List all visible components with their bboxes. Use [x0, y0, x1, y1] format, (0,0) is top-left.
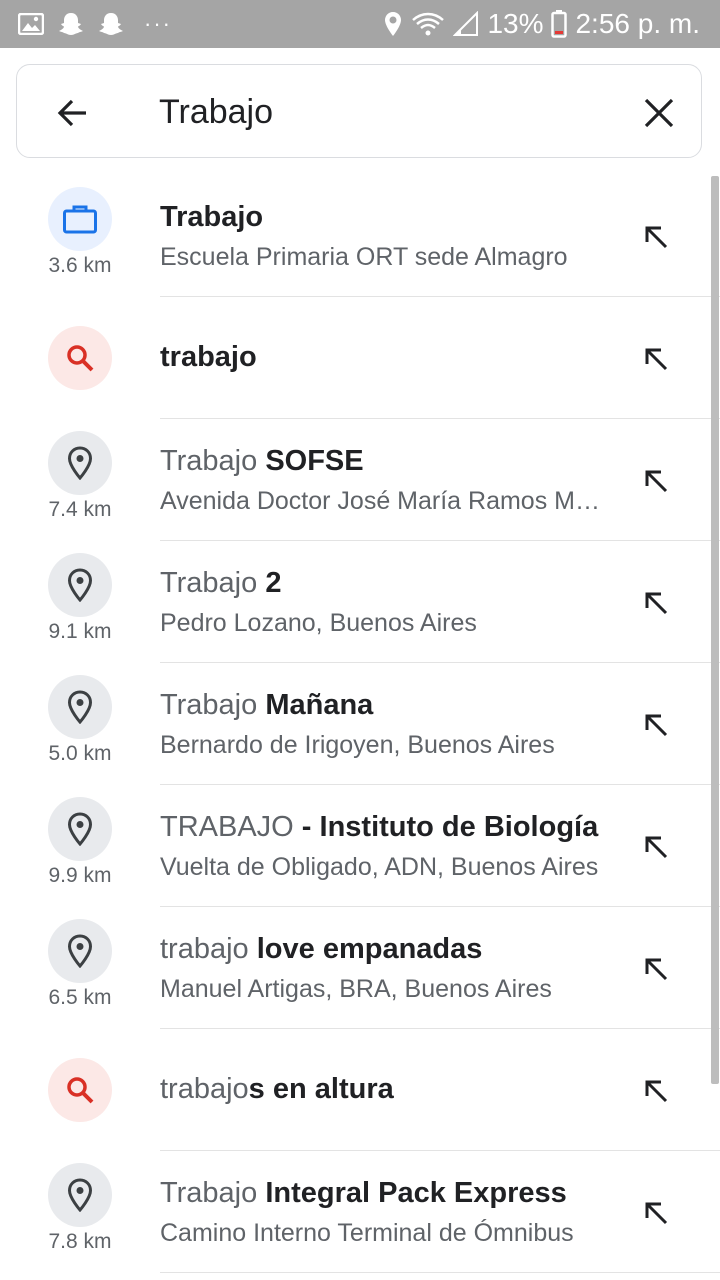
- arrow-up-left-icon: [645, 836, 668, 859]
- scrollbar[interactable]: [711, 176, 719, 1084]
- suggestion-title: Trabajo Mañana: [160, 689, 374, 721]
- suggestion-title: Trabajo SOFSE: [160, 445, 364, 477]
- suggestion-title: trabajo: [160, 341, 257, 373]
- arrow-up-left-icon: [645, 348, 668, 371]
- suggestion-subtitle: Escuela Primaria ORT sede Almagro: [160, 243, 568, 271]
- suggestion-list: 3.6 km Trabajo Escuela Primaria ORT sede…: [0, 175, 720, 1273]
- suggestion-title: Trabajo: [160, 201, 264, 233]
- location-pin-icon: [67, 1178, 93, 1212]
- suggestion-item[interactable]: 7.8 km Trabajo Integral Pack Express Cam…: [0, 1151, 720, 1273]
- location-pin-icon: [67, 446, 93, 480]
- distance: 6.5 km: [48, 986, 112, 1009]
- search-input[interactable]: [159, 87, 599, 137]
- suggestion-subtitle: Camino Interno Terminal de Ómnibus: [160, 1219, 574, 1247]
- battery-percent: 13%: [487, 8, 544, 39]
- search-icon: [67, 1077, 94, 1104]
- snapchat-icon: [98, 11, 124, 37]
- suggestion-subtitle: Pedro Lozano, Buenos Aires: [160, 609, 477, 637]
- arrow-up-left-icon: [645, 1202, 668, 1225]
- location-pin-icon: [67, 690, 93, 724]
- place-icon-circle: [48, 675, 112, 739]
- place-icon-circle: [48, 919, 112, 983]
- fill-query-button[interactable]: [640, 465, 672, 497]
- location-icon: [383, 11, 403, 37]
- arrow-up-left-icon: [645, 1080, 668, 1103]
- suggestion-item[interactable]: trabajo: [0, 297, 720, 419]
- fill-query-button[interactable]: [640, 221, 672, 253]
- search-icon-circle: [48, 326, 112, 390]
- back-button[interactable]: [53, 93, 93, 133]
- work-icon-circle: [48, 187, 112, 251]
- suggestion-subtitle: Manuel Artigas, BRA, Buenos Aires: [160, 975, 552, 1003]
- location-pin-icon: [67, 934, 93, 968]
- suggestion-item[interactable]: 7.4 km Trabajo SOFSE Avenida Doctor José…: [0, 419, 720, 541]
- clock: 2:56 p. m.: [575, 8, 700, 39]
- more-notifications-icon: ···: [144, 11, 172, 36]
- place-icon-circle: [48, 431, 112, 495]
- fill-query-button[interactable]: [640, 343, 672, 375]
- suggestion-title: Trabajo Integral Pack Express: [160, 1177, 567, 1209]
- fill-query-button[interactable]: [640, 1197, 672, 1229]
- distance: 3.6 km: [48, 254, 112, 277]
- clear-button[interactable]: [639, 93, 679, 133]
- suggestion-subtitle: Vuelta de Obligado, ADN, Buenos Aires: [160, 853, 599, 881]
- briefcase-icon: [63, 205, 97, 234]
- search-icon-circle: [48, 1058, 112, 1122]
- distance: 9.9 km: [48, 864, 112, 887]
- suggestion-item[interactable]: 3.6 km Trabajo Escuela Primaria ORT sede…: [0, 175, 720, 297]
- gallery-icon: [18, 13, 44, 35]
- location-pin-icon: [67, 812, 93, 846]
- arrow-up-left-icon: [645, 592, 668, 615]
- location-pin-icon: [67, 568, 93, 602]
- arrow-back-icon: [57, 99, 86, 127]
- fill-query-button[interactable]: [640, 831, 672, 863]
- suggestion-title: Trabajo 2: [160, 567, 282, 599]
- suggestion-title: trabajos en altura: [160, 1073, 394, 1105]
- snapchat-icon: [58, 11, 84, 37]
- close-icon: [644, 98, 674, 128]
- suggestion-subtitle: Bernardo de Irigoyen, Buenos Aires: [160, 731, 555, 759]
- distance: 5.0 km: [48, 742, 112, 765]
- signal-icon: [453, 11, 479, 37]
- fill-query-button[interactable]: [640, 1075, 672, 1107]
- place-icon-circle: [48, 553, 112, 617]
- suggestion-title: TRABAJO - Instituto de Biología: [160, 811, 599, 843]
- fill-query-button[interactable]: [640, 953, 672, 985]
- divider: [160, 1271, 720, 1273]
- arrow-up-left-icon: [645, 226, 668, 249]
- distance: 7.4 km: [48, 498, 112, 521]
- fill-query-button[interactable]: [640, 587, 672, 619]
- arrow-up-left-icon: [645, 470, 668, 493]
- distance: 9.1 km: [48, 620, 112, 643]
- suggestion-title: trabajo love empanadas: [160, 933, 483, 965]
- fill-query-button[interactable]: [640, 709, 672, 741]
- battery-icon: [551, 10, 568, 38]
- wifi-icon: [411, 11, 445, 37]
- suggestion-item[interactable]: 6.5 km trabajo love empanadas Manuel Art…: [0, 907, 720, 1029]
- suggestion-item[interactable]: trabajos en altura: [0, 1029, 720, 1151]
- search-icon: [67, 345, 94, 372]
- suggestion-subtitle: Avenida Doctor José María Ramos Mejía: [160, 487, 600, 515]
- place-icon-circle: [48, 797, 112, 861]
- status-bar: ··· 13% 2:56 p. m.: [0, 0, 720, 48]
- suggestion-item[interactable]: 9.1 km Trabajo 2 Pedro Lozano, Buenos Ai…: [0, 541, 720, 663]
- suggestion-item[interactable]: 5.0 km Trabajo Mañana Bernardo de Irigoy…: [0, 663, 720, 785]
- place-icon-circle: [48, 1163, 112, 1227]
- arrow-up-left-icon: [645, 714, 668, 737]
- arrow-up-left-icon: [645, 958, 668, 981]
- distance: 7.8 km: [48, 1230, 112, 1253]
- suggestion-item[interactable]: 9.9 km TRABAJO - Instituto de Biología V…: [0, 785, 720, 907]
- search-box: [16, 64, 702, 158]
